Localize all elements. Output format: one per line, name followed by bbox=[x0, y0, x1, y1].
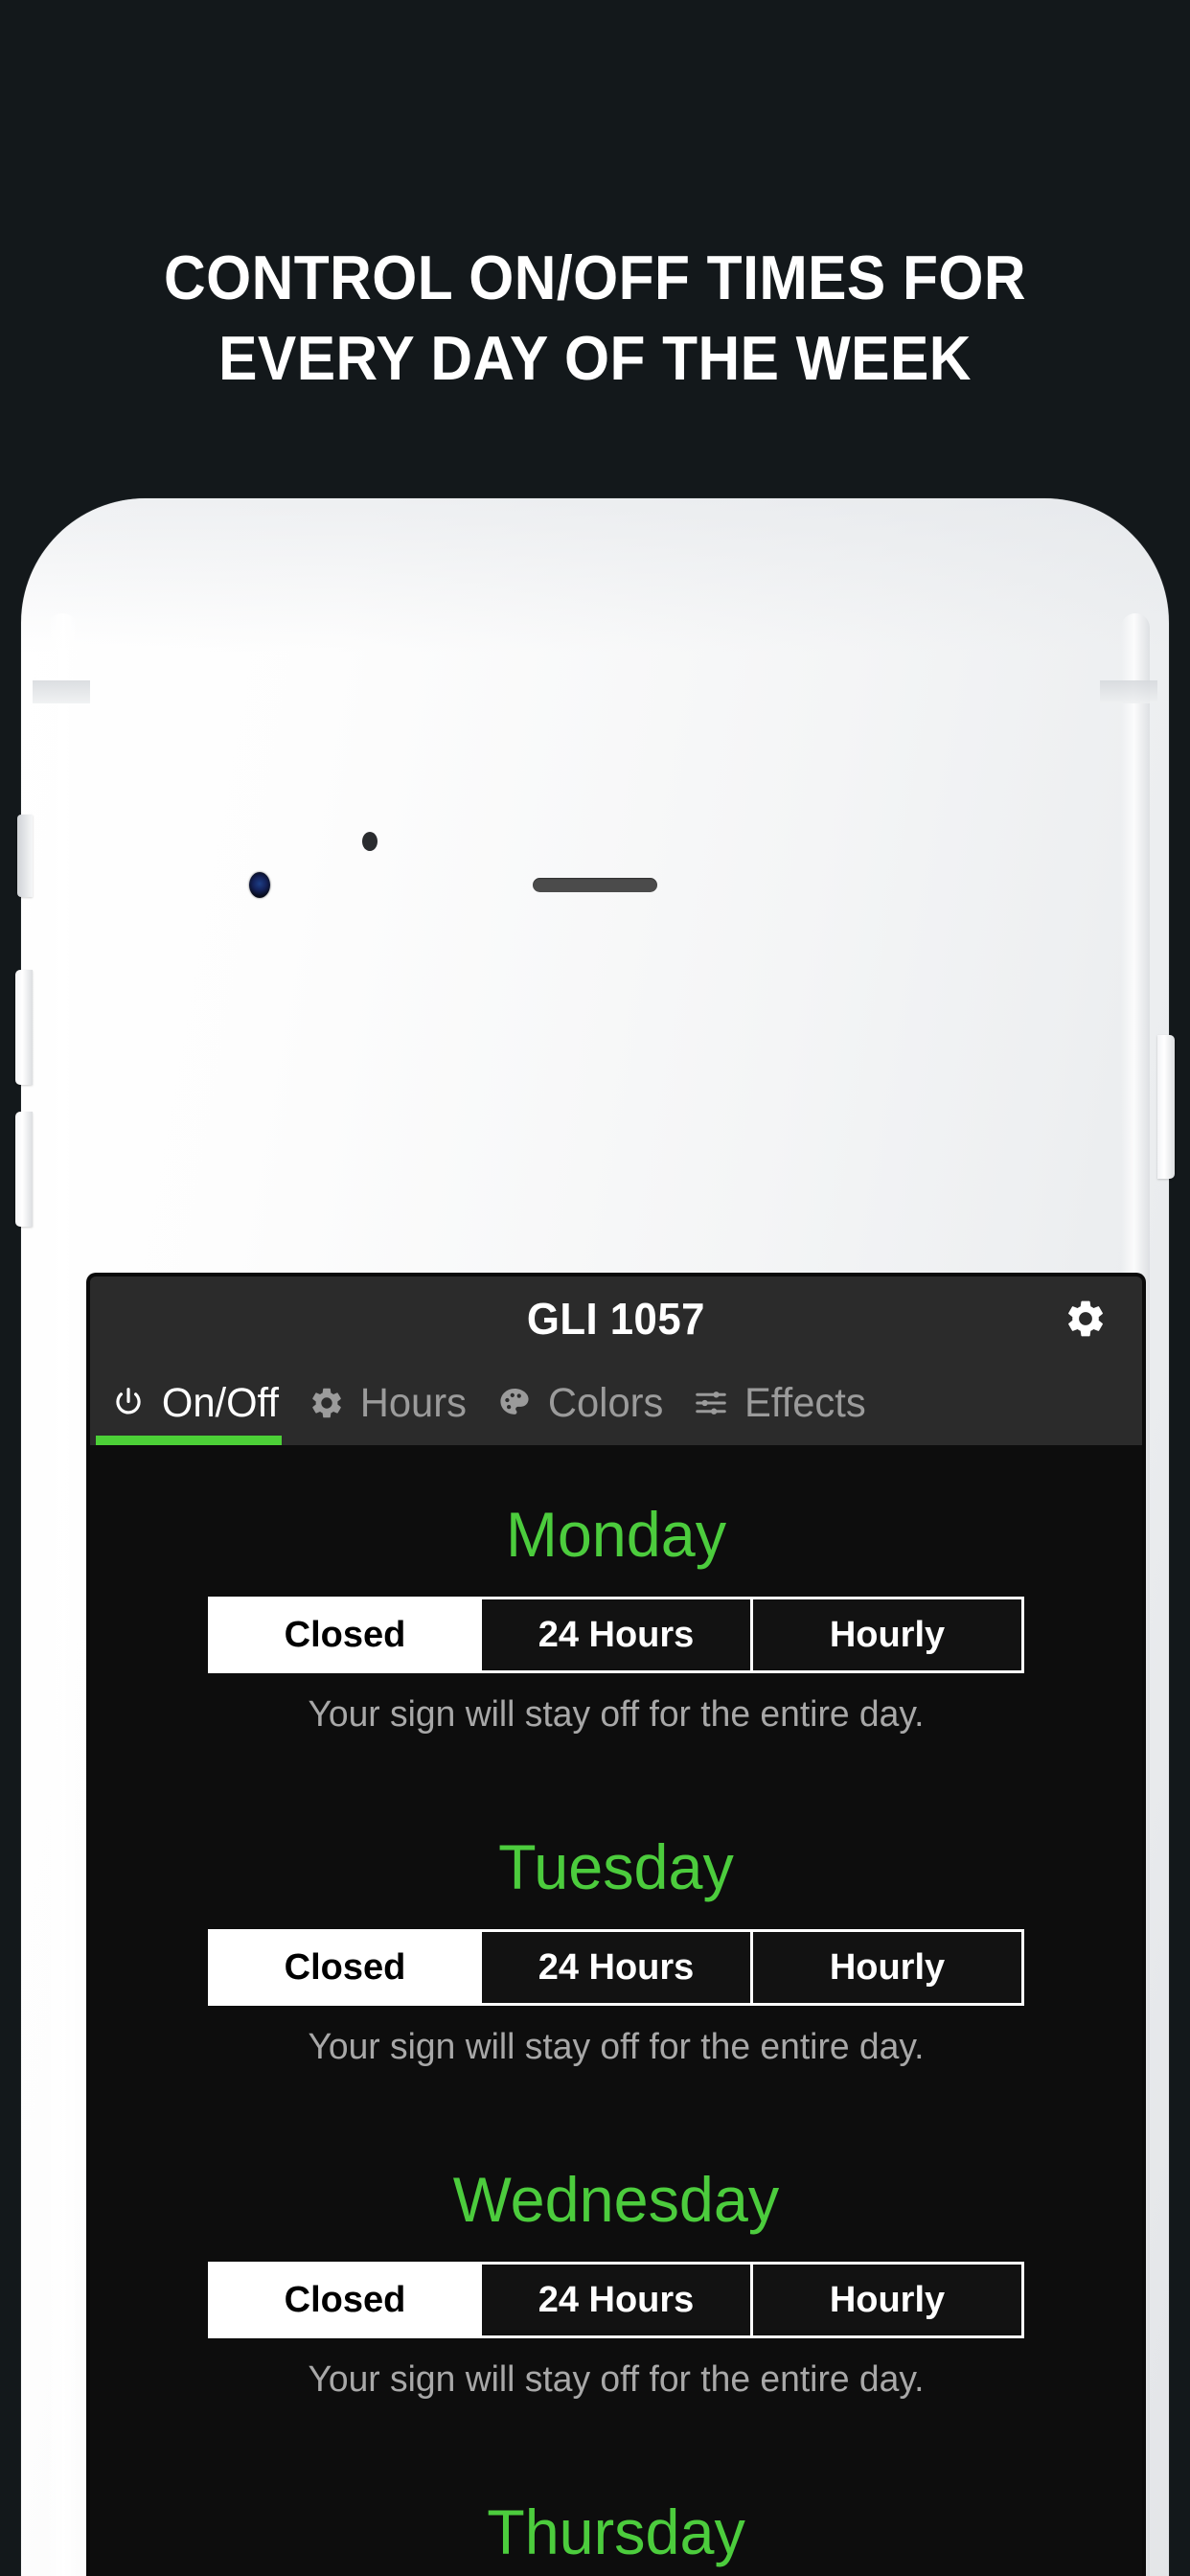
day-note: Your sign will stay off for the entire d… bbox=[308, 1694, 925, 1735]
segment-hourly[interactable]: Hourly bbox=[753, 2265, 1021, 2335]
phone-top-shading bbox=[21, 498, 1169, 652]
segment-closed[interactable]: Closed bbox=[211, 1599, 482, 1670]
promo-screenshot: CONTROL ON/OFF TIMES FOR EVERY DAY OF TH… bbox=[0, 0, 1190, 2576]
day-spacer bbox=[90, 1736, 1142, 1829]
tab-effects[interactable]: Effects bbox=[678, 1361, 881, 1445]
phone-mockup: GLI 1057 On/Off Hours Colors Effects Mon… bbox=[15, 498, 1175, 2576]
tab-label-colors: Colors bbox=[547, 1379, 663, 1426]
antenna-band-left bbox=[33, 680, 90, 703]
phone-left-glare bbox=[46, 613, 79, 2576]
day-spacer bbox=[90, 2401, 1142, 2495]
day-note: Your sign will stay off for the entire d… bbox=[308, 2027, 925, 2067]
earpiece-speaker bbox=[533, 878, 657, 892]
segment-hourly[interactable]: Hourly bbox=[753, 1599, 1021, 1670]
day-title: Wednesday bbox=[452, 2164, 780, 2235]
day-spacer bbox=[90, 2068, 1142, 2162]
power-side-button[interactable] bbox=[1157, 1035, 1175, 1179]
front-camera-icon bbox=[249, 872, 270, 898]
power-icon bbox=[109, 1384, 148, 1422]
day-block-wednesday: Wednesday Closed 24 Hours Hourly Your si… bbox=[90, 2162, 1142, 2401]
segment-24-hours[interactable]: 24 Hours bbox=[482, 1599, 753, 1670]
palette-icon bbox=[495, 1384, 534, 1422]
day-block-thursday: Thursday Closed 24 Hours Hourly Your sig… bbox=[90, 2495, 1142, 2576]
day-block-monday: Monday Closed 24 Hours Hourly Your sign … bbox=[90, 1497, 1142, 1736]
device-screen: GLI 1057 On/Off Hours Colors Effects Mon… bbox=[90, 1276, 1142, 2576]
tab-label-effects: Effects bbox=[744, 1379, 866, 1426]
tab-hours[interactable]: Hours bbox=[294, 1361, 482, 1445]
app-navbar: GLI 1057 bbox=[90, 1276, 1142, 1361]
tab-colors[interactable]: Colors bbox=[482, 1361, 678, 1445]
tab-on-off[interactable]: On/Off bbox=[96, 1361, 294, 1445]
segment-closed[interactable]: Closed bbox=[211, 2265, 482, 2335]
day-title: Monday bbox=[505, 1499, 727, 1570]
sliders-icon bbox=[692, 1384, 730, 1422]
day-title: Tuesday bbox=[498, 1831, 734, 1902]
headline-line-1: CONTROL ON/OFF TIMES FOR bbox=[164, 242, 1026, 312]
gear-icon bbox=[308, 1384, 346, 1422]
gear-icon[interactable] bbox=[1064, 1297, 1108, 1341]
app-tabbar: On/Off Hours Colors Effects bbox=[90, 1361, 1142, 1445]
schedule-segmented-control: Closed 24 Hours Hourly bbox=[208, 2262, 1024, 2338]
headline-line-2: EVERY DAY OF THE WEEK bbox=[218, 323, 972, 393]
mute-switch-button[interactable] bbox=[17, 815, 33, 897]
proximity-sensor bbox=[362, 832, 378, 851]
active-tab-indicator bbox=[96, 1436, 282, 1445]
schedule-segmented-control: Closed 24 Hours Hourly bbox=[208, 1929, 1024, 2006]
day-note: Your sign will stay off for the entire d… bbox=[308, 2359, 925, 2400]
day-block-tuesday: Tuesday Closed 24 Hours Hourly Your sign… bbox=[90, 1829, 1142, 2068]
segment-24-hours[interactable]: 24 Hours bbox=[482, 1932, 753, 2003]
antenna-band-right bbox=[1100, 680, 1157, 703]
volume-up-button[interactable] bbox=[15, 970, 33, 1085]
segment-24-hours[interactable]: 24 Hours bbox=[482, 2265, 753, 2335]
tab-label-on-off: On/Off bbox=[161, 1379, 279, 1426]
segment-hourly[interactable]: Hourly bbox=[753, 1932, 1021, 2003]
day-title: Thursday bbox=[487, 2496, 745, 2567]
volume-down-button[interactable] bbox=[15, 1112, 33, 1227]
schedule-list: Monday Closed 24 Hours Hourly Your sign … bbox=[90, 1445, 1142, 2576]
page-title: GLI 1057 bbox=[527, 1294, 705, 1344]
segment-closed[interactable]: Closed bbox=[211, 1932, 482, 2003]
tab-label-hours: Hours bbox=[359, 1379, 467, 1426]
schedule-segmented-control: Closed 24 Hours Hourly bbox=[208, 1597, 1024, 1673]
promo-headline: CONTROL ON/OFF TIMES FOR EVERY DAY OF TH… bbox=[41, 238, 1148, 399]
